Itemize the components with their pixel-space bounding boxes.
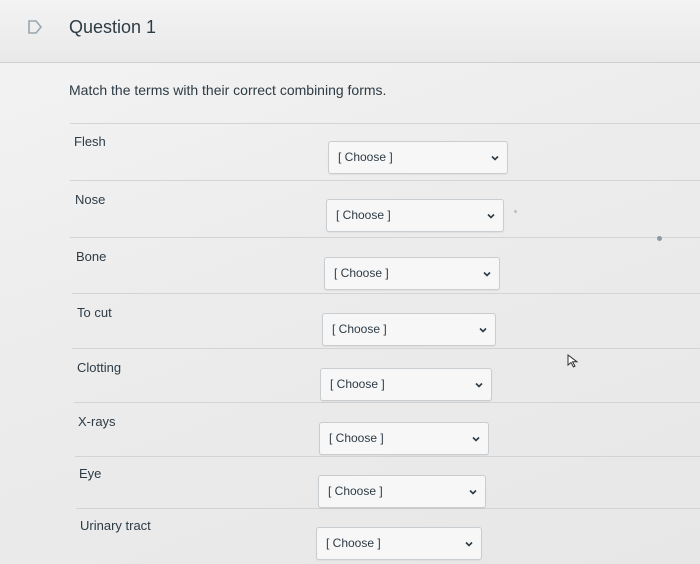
chevron-down-icon [483,271,491,277]
term-label: Nose [75,192,106,207]
term-label: Urinary tract [80,518,151,533]
term-label: Clotting [77,360,122,375]
chevron-down-icon [469,489,477,495]
mouse-pointer-icon [567,354,579,368]
select-value: [ Choose ] [338,150,393,164]
match-select[interactable]: [ Choose ] [322,313,496,346]
chevron-down-icon [487,213,495,219]
row-divider [75,456,700,457]
match-select[interactable]: [ Choose ] [326,199,504,232]
question-prompt: Match the terms with their correct combi… [69,82,387,98]
chevron-down-icon [472,436,480,442]
match-select[interactable]: [ Choose ] [319,422,489,455]
row-divider [72,293,700,294]
row-divider [74,402,700,403]
select-value: [ Choose ] [326,536,381,550]
select-value: [ Choose ] [329,431,384,445]
term-label: Bone [76,249,107,264]
select-value: [ Choose ] [336,208,391,222]
match-select[interactable]: [ Choose ] [316,527,482,560]
decorative-dot [514,210,517,213]
question-title: Question 1 [69,17,157,37]
term-label: Flesh [74,134,106,149]
match-select[interactable]: [ Choose ] [324,257,500,290]
match-select[interactable]: [ Choose ] [320,368,492,401]
chevron-down-icon [491,155,499,161]
row-divider [70,180,700,181]
select-value: [ Choose ] [330,377,385,391]
row-divider [70,237,700,238]
select-value: [ Choose ] [328,484,383,498]
row-divider [70,123,700,124]
select-value: [ Choose ] [332,322,387,336]
question-header: Question 1 [0,0,700,63]
term-label: To cut [77,305,112,320]
chevron-down-icon [465,541,473,547]
decorative-dot [657,236,662,241]
match-select[interactable]: [ Choose ] [318,475,486,508]
term-label: Eye [79,466,102,481]
row-divider [72,348,700,349]
term-label: X-rays [78,414,116,429]
chevron-down-icon [475,382,483,388]
flag-question-icon[interactable] [28,20,42,34]
chevron-down-icon [479,327,487,333]
select-value: [ Choose ] [334,266,389,280]
row-divider [76,508,700,509]
match-select[interactable]: [ Choose ] [328,141,508,174]
